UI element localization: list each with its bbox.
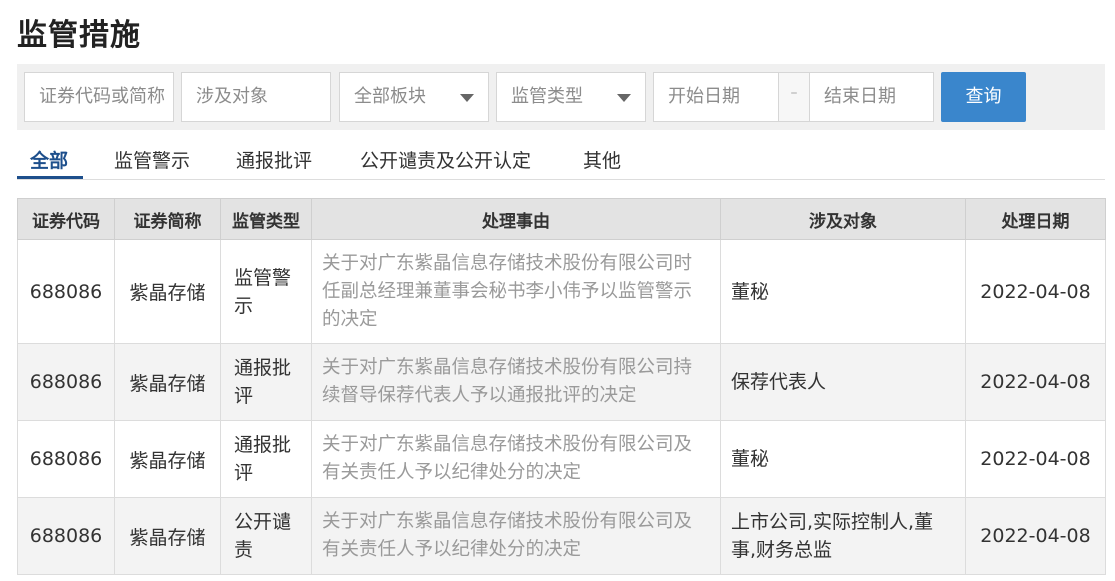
header-date[interactable]: 处理日期 [965,198,1106,240]
security-code-input[interactable]: 证券代码或简称 [24,72,174,122]
header-target[interactable]: 涉及对象 [720,198,966,240]
cell-type: 通报批评 [220,343,312,421]
tab-bar: 全部 监管警示 通报批评 公开谴责及公开认定 其他 [17,140,1105,180]
table-row: 688086 紫晶存储 通报批评 关于对广东紫晶信息存储技术股份有限公司及有关责… [17,420,1106,498]
cell-reason-link[interactable]: 关于对广东紫晶信息存储技术股份有限公司持续督导保荐代表人予以通报批评的决定 [311,343,721,421]
measures-table: 证券代码 证券简称 监管类型 处理事由 涉及对象 处理日期 688086 紫晶存… [17,198,1106,575]
cell-name[interactable]: 紫晶存储 [114,343,221,421]
cell-name[interactable]: 紫晶存储 [114,239,221,344]
tab-criticism[interactable]: 通报批评 [236,146,312,173]
cell-type: 通报批评 [220,420,312,498]
table-header-row: 证券代码 证券简称 监管类型 处理事由 涉及对象 处理日期 [17,198,1106,240]
table-row: 688086 紫晶存储 公开谴责 关于对广东紫晶信息存储技术股份有限公司及有关责… [17,497,1106,575]
cell-code: 688086 [17,239,115,344]
cell-target: 董秘 [720,420,966,498]
tab-public-censure[interactable]: 公开谴责及公开认定 [360,146,531,173]
cell-date: 2022-04-08 [965,239,1106,344]
table-row: 688086 紫晶存储 通报批评 关于对广东紫晶信息存储技术股份有限公司持续督导… [17,343,1106,421]
tab-other[interactable]: 其他 [583,146,621,173]
type-select[interactable]: 监管类型 [496,72,646,122]
board-select-value: 全部板块 [354,86,426,107]
cell-date: 2022-04-08 [965,343,1106,421]
header-reason[interactable]: 处理事由 [311,198,721,240]
cell-code: 688086 [17,420,115,498]
cell-target: 保荐代表人 [720,343,966,421]
header-name[interactable]: 证券简称 [114,198,221,240]
cell-reason-link[interactable]: 关于对广东紫晶信息存储技术股份有限公司及有关责任人予以纪律处分的决定 [311,497,721,575]
header-code[interactable]: 证券代码 [17,198,115,240]
end-date-input[interactable]: 结束日期 [809,72,934,122]
cell-reason-link[interactable]: 关于对广东紫晶信息存储技术股份有限公司时任副总经理兼董事会秘书李小伟予以监管警示… [311,239,721,344]
tab-warning[interactable]: 监管警示 [114,146,190,173]
target-input[interactable]: 涉及对象 [181,72,331,122]
cell-name[interactable]: 紫晶存储 [114,497,221,575]
cell-target: 上市公司,实际控制人,董事,财务总监 [720,497,966,575]
page-title: 监管措施 [17,18,141,53]
cell-code: 688086 [17,497,115,575]
query-button[interactable]: 查询 [941,72,1026,122]
cell-name[interactable]: 紫晶存储 [114,420,221,498]
chevron-down-icon [617,94,631,102]
cell-date: 2022-04-08 [965,497,1106,575]
tab-all[interactable]: 全部 [30,146,68,173]
filter-bar: 证券代码或简称 涉及对象 全部板块 监管类型 开始日期 – 结束日期 查询 [17,64,1105,130]
cell-date: 2022-04-08 [965,420,1106,498]
cell-type: 监管警示 [220,239,312,344]
board-select[interactable]: 全部板块 [339,72,489,122]
cell-type: 公开谴责 [220,497,312,575]
header-type[interactable]: 监管类型 [220,198,312,240]
active-tab-indicator [17,176,83,179]
type-select-value: 监管类型 [511,86,583,107]
cell-target: 董秘 [720,239,966,344]
table-row: 688086 紫晶存储 监管警示 关于对广东紫晶信息存储技术股份有限公司时任副总… [17,239,1106,344]
cell-code: 688086 [17,343,115,421]
chevron-down-icon [460,94,474,102]
date-separator: – [779,72,809,122]
cell-reason-link[interactable]: 关于对广东紫晶信息存储技术股份有限公司及有关责任人予以纪律处分的决定 [311,420,721,498]
start-date-input[interactable]: 开始日期 [653,72,779,122]
